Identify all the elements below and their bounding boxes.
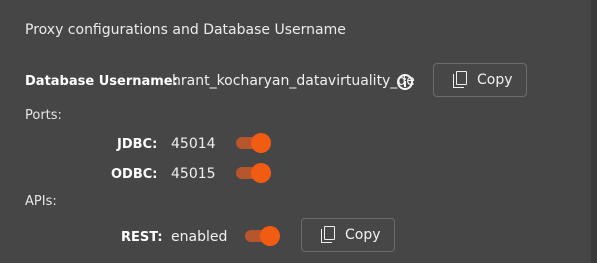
info-icon[interactable] — [397, 74, 413, 90]
proxy-config-panel: Proxy configurations and Database Userna… — [0, 0, 591, 263]
copy-rest-label: Copy — [345, 227, 381, 243]
ports-section-label: Ports: — [25, 108, 62, 123]
panel-title: Proxy configurations and Database Userna… — [25, 22, 346, 38]
jdbc-label: JDBC: — [117, 137, 158, 152]
copy-icon — [321, 226, 337, 244]
copy-username-button[interactable]: Copy — [433, 63, 527, 97]
odbc-port-value: 45015 — [171, 166, 216, 182]
copy-rest-button[interactable]: Copy — [301, 218, 395, 252]
odbc-label: ODBC: — [111, 167, 158, 182]
database-username-value: hrant_kocharyan_datavirtuality_de — [172, 73, 415, 89]
apis-section-label: APIs: — [25, 194, 57, 209]
copy-icon — [453, 71, 469, 89]
jdbc-toggle[interactable] — [236, 132, 272, 154]
odbc-toggle[interactable] — [236, 162, 272, 184]
jdbc-port-value: 45014 — [171, 136, 216, 152]
copy-username-label: Copy — [477, 72, 513, 88]
rest-toggle[interactable] — [245, 225, 281, 247]
rest-label: REST: — [121, 230, 163, 245]
rest-status-value: enabled — [171, 229, 228, 245]
database-username-label: Database Username: — [25, 74, 178, 89]
panel-right-edge — [591, 0, 597, 263]
